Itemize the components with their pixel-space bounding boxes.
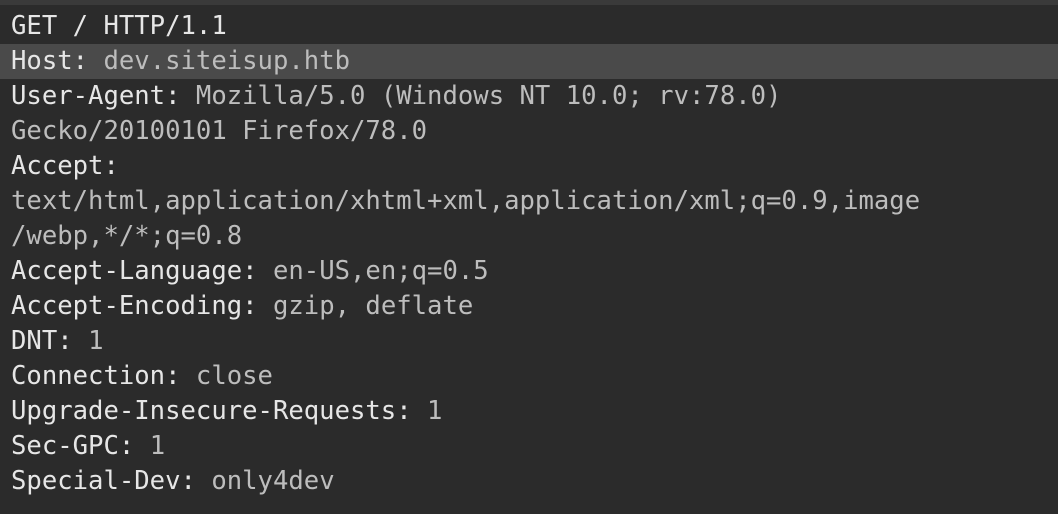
header-value: /webp,*/*;q=0.8 <box>11 221 243 251</box>
header-separator: : <box>396 396 428 426</box>
header-value: Mozilla/5.0 (Windows NT 10.0; rv:78.0) <box>195 81 782 111</box>
header-value: only4dev <box>211 466 335 496</box>
header-key: Upgrade-Insecure-Requests <box>11 396 397 426</box>
header-separator: : <box>72 46 104 76</box>
header-separator: : <box>180 466 212 496</box>
request-line[interactable]: GET / HTTP/1.1 <box>0 9 1058 44</box>
header-separator: : <box>57 326 89 356</box>
header-key: Connection <box>11 361 166 391</box>
header-separator: : <box>103 151 119 181</box>
header-value: text/html,application/xhtml+xml,applicat… <box>11 186 921 216</box>
header-line-upgrade-insecure-requests[interactable]: Upgrade-Insecure-Requests: 1 <box>0 394 1058 429</box>
header-value: Gecko/20100101 Firefox/78.0 <box>11 116 428 146</box>
header-line-host[interactable]: Host: dev.siteisup.htb <box>0 44 1058 79</box>
header-value: dev.siteisup.htb <box>103 46 351 76</box>
header-line-sec-gpc[interactable]: Sec-GPC: 1 <box>0 429 1058 464</box>
header-separator: : <box>118 431 150 461</box>
header-line-accept-encoding[interactable]: Accept-Encoding: gzip, deflate <box>0 289 1058 324</box>
header-line-accept[interactable]: Accept: <box>0 149 1058 184</box>
header-value: 1 <box>427 396 443 426</box>
header-key: Special-Dev <box>11 466 181 496</box>
http-request-editor[interactable]: GET / HTTP/1.1 Host: dev.siteisup.htb Us… <box>0 0 1058 514</box>
header-value: gzip, deflate <box>272 291 474 321</box>
header-separator: : <box>242 291 273 321</box>
header-key: Sec-GPC <box>11 431 119 461</box>
header-value: 1 <box>88 326 104 356</box>
header-line-accept-continuation[interactable]: text/html,application/xhtml+xml,applicat… <box>0 184 1058 219</box>
header-value: en-US,en;q=0.5 <box>272 256 489 286</box>
header-key: Host <box>11 46 73 76</box>
header-line-dnt[interactable]: DNT: 1 <box>0 324 1058 359</box>
header-key: DNT <box>11 326 58 356</box>
header-key: Accept-Encoding <box>11 291 243 321</box>
header-key: Accept-Language <box>11 256 243 286</box>
header-value: 1 <box>149 431 166 461</box>
header-value: close <box>195 361 273 391</box>
header-key: Accept <box>11 151 104 181</box>
header-line-user-agent-continuation[interactable]: Gecko/20100101 Firefox/78.0 <box>0 114 1058 149</box>
header-key: User-Agent <box>11 81 166 111</box>
header-separator: : <box>242 256 273 286</box>
header-separator: : <box>165 361 196 391</box>
header-line-connection[interactable]: Connection: close <box>0 359 1058 394</box>
header-line-accept-continuation-2[interactable]: /webp,*/*;q=0.8 <box>0 219 1058 254</box>
header-line-user-agent[interactable]: User-Agent: Mozilla/5.0 (Windows NT 10.0… <box>0 79 1058 114</box>
request-line-text: GET / HTTP/1.1 <box>11 11 227 41</box>
header-separator: : <box>165 81 196 111</box>
header-line-special-dev[interactable]: Special-Dev: only4dev <box>0 464 1058 499</box>
header-line-accept-language[interactable]: Accept-Language: en-US,en;q=0.5 <box>0 254 1058 289</box>
